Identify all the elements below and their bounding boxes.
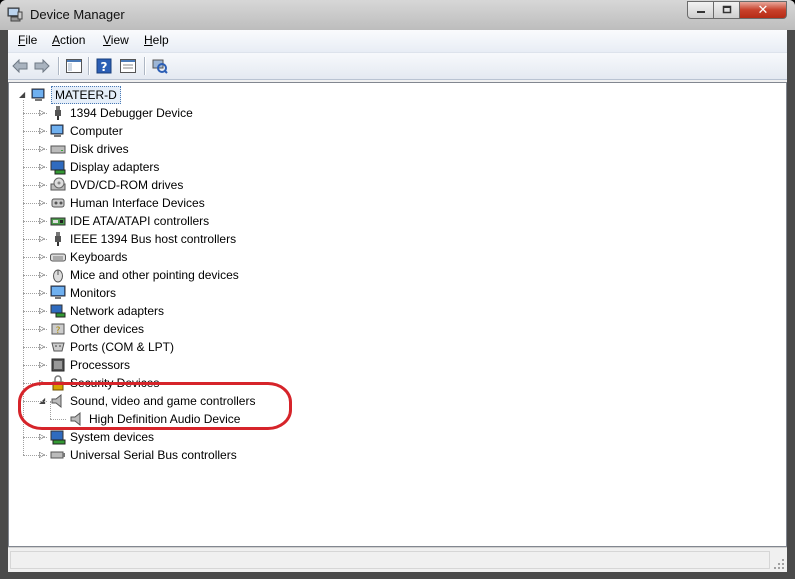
menu-help[interactable]: Help: [144, 33, 169, 47]
menu-bar: File Action View Help: [8, 30, 787, 53]
toolbar: ?: [8, 53, 787, 80]
tree-item-mice-and-other-pointing-devices[interactable]: Mice and other pointing devices: [50, 266, 239, 284]
status-pane: [10, 551, 770, 569]
tree-item-1394-debugger-device[interactable]: 1394 Debugger Device: [50, 104, 193, 122]
client-area: File Action View Help ? ◢ MATEER-D ▷ 139…: [8, 30, 787, 572]
expander-root[interactable]: ◢: [19, 91, 27, 99]
status-bar: [8, 547, 787, 572]
maximize-button[interactable]: [714, 1, 740, 19]
forward-button[interactable]: [32, 56, 52, 76]
device-manager-icon: [7, 7, 23, 22]
tree-item-label: Mice and other pointing devices: [70, 268, 239, 282]
tree-item-disk-drives[interactable]: Disk drives: [50, 140, 129, 158]
tree-item-label: 1394 Debugger Device: [70, 106, 193, 120]
minimize-icon: [696, 11, 705, 13]
tree-item-universal-serial-bus-controllers[interactable]: Universal Serial Bus controllers: [50, 446, 237, 464]
tree-item-label: Human Interface Devices: [70, 196, 205, 210]
tree-item-ide-ata-atapi-controllers[interactable]: IDE ATA/ATAPI controllers: [50, 212, 209, 230]
tree-item-label: Monitors: [70, 286, 117, 300]
tree-item-keyboards[interactable]: Keyboards: [50, 248, 127, 266]
tree-item-ports-com-lpt[interactable]: Ports (COM & LPT): [50, 338, 174, 356]
tree-item-label: Computer: [70, 124, 123, 138]
ide-controller-icon: [50, 217, 66, 226]
usb-icon: [50, 451, 65, 459]
tree-item-display-adapters[interactable]: Display adapters: [50, 158, 159, 176]
tree-item-label: Ports (COM & LPT): [70, 340, 175, 354]
tree-item-system-devices[interactable]: System devices: [50, 428, 154, 446]
forward-icon: [34, 59, 50, 73]
back-button[interactable]: [10, 56, 30, 76]
svg-text:?: ?: [56, 326, 61, 336]
highlight-annotation: [18, 382, 292, 430]
help-icon: ?: [96, 58, 112, 74]
device-tree[interactable]: ◢ MATEER-D ▷ 1394 Debugger Device ▷ Comput…: [8, 82, 787, 547]
monitor-icon: [50, 285, 66, 299]
device-manager-window: Device Manager ✕ File Action View Help ?…: [0, 0, 795, 579]
menu-view[interactable]: View: [103, 33, 129, 47]
tree-item-label: Keyboards: [70, 250, 128, 264]
properties-icon: [120, 59, 136, 73]
close-icon: ✕: [757, 2, 769, 18]
show-hide-console-tree-button[interactable]: [64, 56, 84, 76]
computer-icon: [50, 124, 64, 137]
usb-plug-icon: [55, 106, 61, 120]
dvd-drive-icon: [50, 177, 66, 191]
tree-item-label: Disk drives: [70, 142, 129, 156]
menu-file[interactable]: File: [18, 33, 37, 47]
maximize-icon: [722, 5, 731, 14]
tree-item-label: System devices: [70, 430, 155, 444]
menu-action[interactable]: Action: [52, 33, 85, 47]
keyboard-icon: [50, 253, 66, 262]
display-adapter-icon: [50, 160, 66, 175]
system-devices-icon: [50, 430, 66, 445]
tree-item-monitors[interactable]: Monitors: [50, 284, 116, 302]
tree-item-ieee-1394-bus-host-controllers[interactable]: IEEE 1394 Bus host controllers: [50, 230, 236, 248]
port-icon: [51, 342, 65, 352]
close-button[interactable]: ✕: [740, 1, 787, 19]
tree-root[interactable]: MATEER-D: [31, 86, 121, 104]
show-hide-console-tree-icon: [66, 59, 82, 73]
minimize-button[interactable]: [687, 1, 714, 19]
tree-item-computer[interactable]: Computer: [50, 122, 123, 140]
svg-text:?: ?: [101, 60, 108, 74]
tree-item-label: IDE ATA/ATAPI controllers: [70, 214, 210, 228]
scan-hardware-changes-button[interactable]: [150, 56, 170, 76]
processor-icon: [51, 358, 65, 372]
usb-plug-icon: [55, 232, 61, 246]
hid-icon: [51, 198, 65, 208]
other-devices-icon: ?: [51, 323, 65, 336]
tree-item-human-interface-devices[interactable]: Human Interface Devices: [50, 194, 205, 212]
tree-item-label: Network adapters: [70, 304, 165, 318]
help-button[interactable]: ?: [94, 56, 114, 76]
tree-item-network-adapters[interactable]: Network adapters: [50, 302, 164, 320]
mouse-icon: [53, 269, 63, 283]
resize-grip-icon[interactable]: [773, 558, 785, 570]
disk-drive-icon: [50, 145, 66, 154]
tree-item-processors[interactable]: Processors: [50, 356, 130, 374]
tree-item-label: IEEE 1394 Bus host controllers: [70, 232, 237, 246]
tree-item-dvd-cd-rom-drives[interactable]: DVD/CD-ROM drives: [50, 176, 183, 194]
computer-icon: [31, 88, 45, 101]
tree-item-label: Display adapters: [70, 160, 160, 174]
window-title: Device Manager: [30, 7, 125, 22]
tree-item-label: Other devices: [70, 322, 145, 336]
properties-button[interactable]: [118, 56, 138, 76]
tree-item-label: Processors: [70, 358, 131, 372]
tree-item-label: Universal Serial Bus controllers: [70, 448, 237, 462]
network-adapter-icon: [50, 304, 66, 318]
scan-hardware-changes-icon: [152, 59, 168, 74]
tree-root-label: MATEER-D: [51, 86, 121, 104]
tree-item-other-devices[interactable]: ? Other devices: [50, 320, 144, 338]
back-icon: [12, 59, 28, 73]
tree-item-label: DVD/CD-ROM drives: [70, 178, 184, 192]
